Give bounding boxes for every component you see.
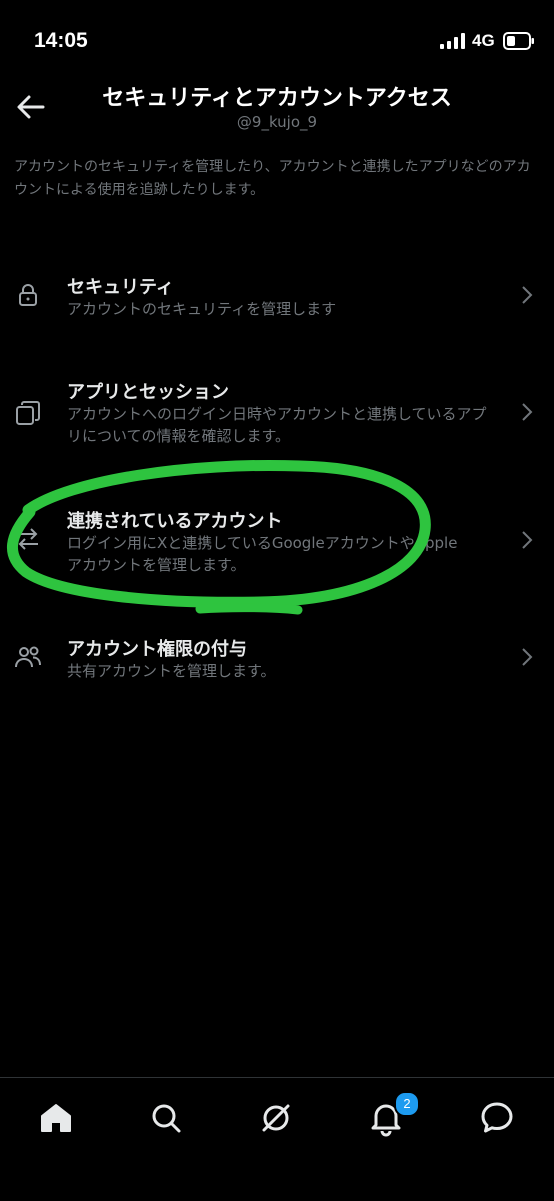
menu-item-title: アプリとセッション	[67, 382, 229, 403]
arrows-exchange-icon	[18, 528, 38, 550]
menu-item-subtitle: アカウントのセキュリティを管理します	[67, 300, 337, 318]
menu-item-delegate[interactable]: アカウント権限の付与 共有アカウントを管理します。	[0, 635, 554, 685]
menu-item-security[interactable]: セキュリティ アカウントのセキュリティを管理します	[0, 273, 554, 329]
battery-icon	[503, 32, 534, 50]
menu-item-connected-accounts[interactable]: 連携されているアカウント ログイン用にXと連携しているGoogleアカウントやA…	[0, 507, 554, 577]
search-icon	[152, 1104, 181, 1133]
nav-messages-button[interactable]	[477, 1098, 517, 1138]
copy-windows-icon	[16, 401, 40, 425]
menu-item-subtitle: 共有アカウントを管理します。	[67, 662, 276, 680]
page-title: セキュリティとアカウントアクセス	[102, 86, 452, 111]
chevron-right-icon	[522, 648, 533, 666]
menu-item-title: アカウント権限の付与	[67, 639, 247, 660]
lock-icon	[19, 284, 37, 306]
menu-item-title: 連携されているアカウント	[67, 511, 283, 532]
nav-search-button[interactable]	[146, 1098, 186, 1138]
chevron-right-icon	[522, 403, 533, 421]
chevron-right-icon	[522, 286, 533, 304]
messages-icon	[481, 1102, 513, 1133]
bottom-nav: 2	[0, 1077, 554, 1201]
grok-icon	[262, 1104, 290, 1132]
status-bar: 14:05 4G	[0, 0, 554, 80]
menu-item-apps-sessions[interactable]: アプリとセッション アカウントへのログイン日時やアカウントと連携しているアプリに…	[0, 378, 554, 450]
account-handle: @9_kujo_9	[236, 113, 318, 131]
people-icon	[15, 646, 41, 668]
nav-home-button[interactable]	[36, 1098, 76, 1138]
menu-item-subtitle: アカウントへのログイン日時やアカウントと連携しているアプリについての情報を確認し…	[67, 405, 487, 445]
nav-grok-button[interactable]	[256, 1098, 296, 1138]
status-time: 14:05	[34, 29, 88, 52]
page-description: アカウントのセキュリティを管理したり、アカウントと連携したアプリなどのアカウント…	[14, 159, 531, 198]
notification-badge: 2	[394, 1091, 420, 1117]
signal-icon	[440, 33, 465, 49]
chevron-right-icon	[522, 531, 533, 549]
menu-item-subtitle: ログイン用にXと連携しているGoogleアカウントやAppleアカウントを管理し…	[67, 534, 458, 574]
menu-item-title: セキュリティ	[67, 277, 174, 298]
network-type: 4G	[472, 31, 495, 50]
home-icon	[41, 1104, 71, 1132]
